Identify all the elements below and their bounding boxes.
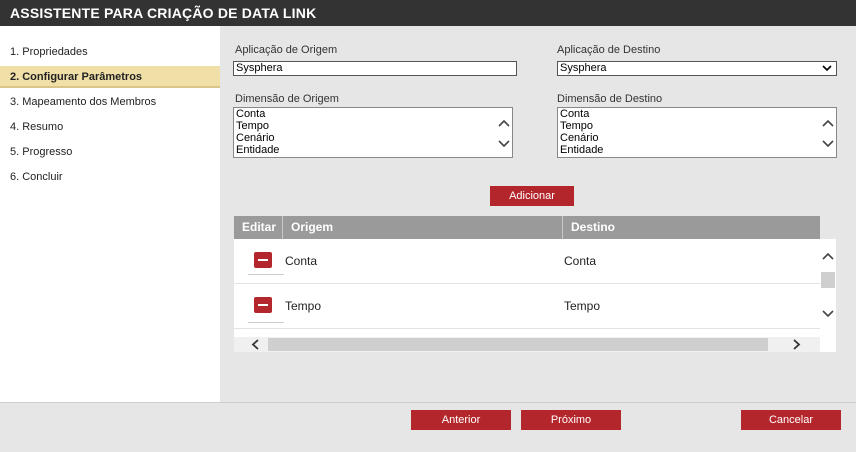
row-target: Tempo	[564, 299, 601, 313]
table-row[interactable]: Tempo Tempo	[234, 284, 820, 329]
add-mapping-button[interactable]: Adicionar	[490, 186, 574, 206]
column-header-edit: Editar	[242, 220, 277, 234]
list-item[interactable]: Conta	[558, 108, 836, 120]
source-dim-scrollbar[interactable]	[496, 108, 512, 157]
row-target: Conta	[564, 254, 597, 268]
list-item[interactable]: Entidade	[234, 144, 512, 156]
chevron-up-icon[interactable]	[822, 118, 834, 128]
chevron-up-icon[interactable]	[498, 118, 510, 128]
divider	[248, 322, 284, 323]
cancel-button[interactable]: Cancelar	[741, 410, 841, 430]
row-source: Tempo	[285, 299, 322, 313]
step-configure-parameters[interactable]: 2. Configurar Parâmetros	[0, 66, 220, 88]
table-row[interactable]: Conta Conta	[234, 239, 820, 284]
target-app-label: Aplicação de Destino	[557, 44, 661, 56]
source-app-field[interactable]: Sysphera	[233, 61, 517, 76]
source-app-label: Aplicação de Origem	[235, 44, 338, 56]
mapping-grid: Editar Origem Destino Conta Conta Tempo …	[234, 216, 820, 352]
list-item[interactable]: Tempo	[234, 120, 512, 132]
column-divider	[562, 216, 563, 239]
target-app-value: Sysphera	[560, 62, 607, 74]
step-properties[interactable]: 1. Propriedades	[0, 41, 220, 63]
remove-icon[interactable]	[254, 252, 272, 268]
grid-header: Editar Origem Destino	[234, 216, 820, 239]
next-button[interactable]: Próximo	[521, 410, 621, 430]
scroll-thumb[interactable]	[268, 338, 768, 351]
wizard-steps-sidebar: 1. Propriedades 2. Configurar Parâmetros…	[0, 26, 220, 402]
list-item[interactable]: Entidade	[558, 144, 836, 156]
target-dim-scrollbar[interactable]	[820, 108, 836, 157]
grid-vertical-scrollbar[interactable]	[820, 239, 836, 352]
chevron-down-icon	[822, 65, 832, 72]
column-divider	[282, 216, 283, 239]
grid-horizontal-scrollbar[interactable]	[234, 337, 820, 352]
window-title: ASSISTENTE PARA CRIAÇÃO DE DATA LINK	[0, 0, 856, 26]
scroll-thumb[interactable]	[821, 272, 835, 288]
chevron-down-icon[interactable]	[822, 139, 834, 149]
list-item[interactable]: Cenário	[558, 132, 836, 144]
back-button[interactable]: Anterior	[411, 410, 511, 430]
step-summary[interactable]: 4. Resumo	[0, 116, 220, 138]
list-item[interactable]: Tempo	[558, 120, 836, 132]
step-member-mapping[interactable]: 3. Mapeamento dos Membros	[0, 91, 220, 113]
target-dim-list[interactable]: Conta Tempo Cenário Entidade	[557, 107, 837, 158]
chevron-down-icon[interactable]	[822, 309, 834, 319]
chevron-down-icon[interactable]	[498, 139, 510, 149]
divider	[248, 274, 284, 275]
column-header-target[interactable]: Destino	[571, 216, 615, 239]
remove-icon[interactable]	[254, 297, 272, 313]
chevron-up-icon[interactable]	[822, 251, 834, 261]
chevron-left-icon[interactable]	[250, 339, 260, 350]
step-finish[interactable]: 6. Concluir	[0, 166, 220, 188]
column-header-source[interactable]: Origem	[291, 216, 333, 239]
source-dim-list[interactable]: Conta Tempo Cenário Entidade	[233, 107, 513, 158]
target-dim-label: Dimensão de Destino	[557, 93, 663, 105]
list-item[interactable]: Cenário	[234, 132, 512, 144]
step-progress[interactable]: 5. Progresso	[0, 141, 220, 163]
chevron-right-icon[interactable]	[792, 339, 802, 350]
row-source: Conta	[285, 254, 318, 268]
list-item[interactable]: Conta	[234, 108, 512, 120]
target-app-select[interactable]: Sysphera	[557, 61, 837, 76]
source-dim-label: Dimensão de Origem	[235, 93, 339, 105]
